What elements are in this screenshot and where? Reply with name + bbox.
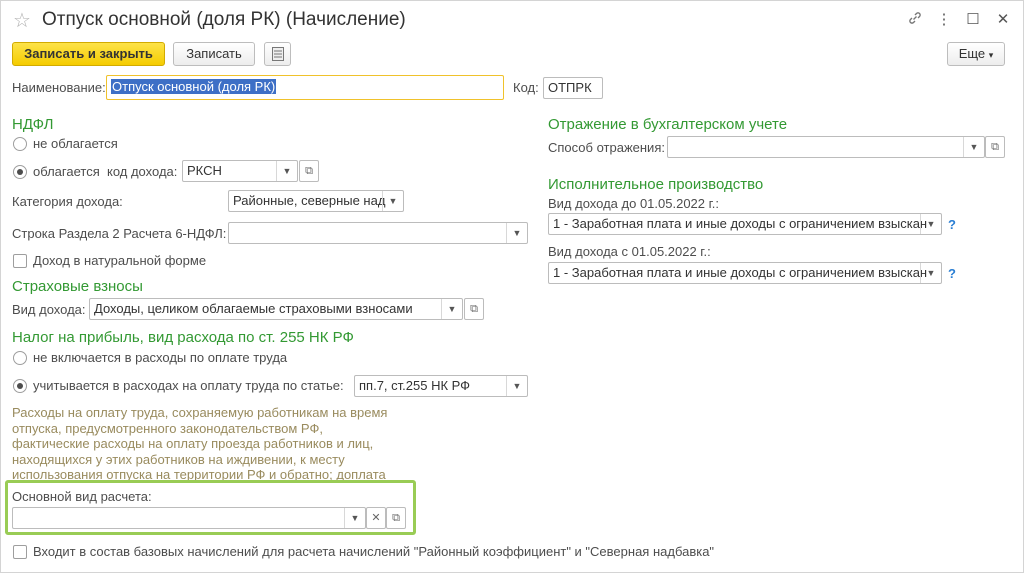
income-code-value: РКСН <box>187 163 222 178</box>
radio-taxed-label: облагается <box>33 164 100 179</box>
accounting-method-label: Способ отражения: <box>548 140 665 155</box>
radio-not-taxed-label: не облагается <box>33 136 118 151</box>
radio-included[interactable] <box>13 379 27 393</box>
open-form-icon[interactable]: ⧉ <box>299 160 319 182</box>
radio-excluded-label: не включается в расходы по оплате труда <box>33 350 288 365</box>
insurance-section-title: Страховые взносы <box>12 278 143 295</box>
report-icon[interactable] <box>264 42 291 66</box>
code-label: Код: <box>513 80 539 95</box>
base-accruals-checkbox[interactable] <box>13 545 27 559</box>
help-icon[interactable]: ? <box>948 217 956 232</box>
chevron-down-icon[interactable]: ▼ <box>344 508 365 528</box>
chevron-down-icon[interactable]: ▼ <box>441 299 462 319</box>
enforcement-section-title: Исполнительное производство <box>548 176 764 193</box>
maximize-icon[interactable]: ☐ <box>963 10 983 28</box>
open-form-icon[interactable]: ⧉ <box>985 136 1005 158</box>
save-and-close-button[interactable]: Записать и закрыть <box>12 42 165 66</box>
radio-not-taxed[interactable] <box>13 137 27 151</box>
radio-excluded[interactable] <box>13 351 27 365</box>
close-icon[interactable]: ✕ <box>993 10 1013 28</box>
name-label: Наименование: <box>12 80 106 95</box>
chevron-down-icon[interactable]: ▼ <box>963 137 984 157</box>
more-icon[interactable]: ⋮ <box>934 10 954 28</box>
income-after-label: Вид дохода с 01.05.2022 г.: <box>548 244 711 259</box>
profit-tax-note: Расходы на оплату труда, сохраняемую раб… <box>12 405 388 482</box>
insurance-income-type-label: Вид дохода: <box>12 302 86 317</box>
income-before-value: 1 - Заработная плата и иные доходы с огр… <box>553 216 928 231</box>
base-accruals-label: Входит в состав базовых начислений для р… <box>33 544 715 559</box>
chevron-down-icon[interactable]: ▼ <box>920 263 941 283</box>
chevron-down-icon[interactable]: ▼ <box>276 161 297 181</box>
accounting-method-select[interactable]: ▼ <box>667 136 985 158</box>
profit-tax-section-title: Налог на прибыль, вид расхода по ст. 255… <box>12 329 354 346</box>
chevron-down-icon[interactable]: ▼ <box>506 223 527 243</box>
chevron-down-icon: ▾ <box>988 50 994 60</box>
income-category-select[interactable]: Районные, северные над ▼ <box>228 190 404 212</box>
help-icon[interactable]: ? <box>948 266 956 281</box>
natural-income-label: Доход в натуральной форме <box>33 253 207 268</box>
save-button[interactable]: Записать <box>173 42 255 66</box>
income-category-label: Категория дохода: <box>12 194 123 209</box>
row-6ndfl-label: Строка Раздела 2 Расчета 6-НДФЛ: <box>12 226 227 241</box>
income-code-select[interactable]: РКСН ▼ <box>182 160 298 182</box>
income-after-value: 1 - Заработная плата и иные доходы с огр… <box>553 265 928 280</box>
insurance-income-type-value: Доходы, целиком облагаемые страховыми вз… <box>94 301 413 316</box>
link-icon[interactable] <box>905 10 925 30</box>
radio-taxed[interactable] <box>13 165 27 179</box>
more-button[interactable]: Еще ▾ <box>947 42 1005 66</box>
income-code-label: код дохода: <box>107 164 178 179</box>
income-before-label: Вид дохода до 01.05.2022 г.: <box>548 196 720 211</box>
page-title: Отпуск основной (доля РК) (Начисление) <box>42 9 406 30</box>
ndfl-section-title: НДФЛ <box>12 116 54 133</box>
chevron-down-icon[interactable]: ▼ <box>382 191 403 211</box>
income-after-select[interactable]: 1 - Заработная плата и иные доходы с огр… <box>548 262 942 284</box>
income-before-select[interactable]: 1 - Заработная плата и иные доходы с огр… <box>548 213 942 235</box>
clear-icon[interactable]: ✕ <box>366 507 386 529</box>
open-form-icon[interactable]: ⧉ <box>464 298 484 320</box>
name-input[interactable]: Отпуск основной (доля РК) <box>106 75 504 100</box>
chevron-down-icon[interactable]: ▼ <box>506 376 527 396</box>
article-select[interactable]: пп.7, ст.255 НК РФ ▼ <box>354 375 528 397</box>
income-category-value: Районные, северные над <box>233 193 386 208</box>
article-value: пп.7, ст.255 НК РФ <box>359 378 471 393</box>
main-calc-label: Основной вид расчета: <box>12 489 152 504</box>
row-6ndfl-select[interactable]: ▼ <box>228 222 528 244</box>
insurance-income-type-select[interactable]: Доходы, целиком облагаемые страховыми вз… <box>89 298 463 320</box>
more-label: Еще <box>958 46 986 61</box>
natural-income-checkbox[interactable] <box>13 254 27 268</box>
radio-included-label: учитывается в расходах на оплату труда п… <box>33 378 344 393</box>
chevron-down-icon[interactable]: ▼ <box>920 214 941 234</box>
accounting-section-title: Отражение в бухгалтерском учете <box>548 116 788 133</box>
name-input-value: Отпуск основной (доля РК) <box>111 79 277 94</box>
favorite-star-icon[interactable]: ☆ <box>13 8 31 33</box>
code-input[interactable]: ОТПРК <box>543 77 603 99</box>
open-form-icon[interactable]: ⧉ <box>386 507 406 529</box>
main-calc-select[interactable]: ▼ <box>12 507 366 529</box>
